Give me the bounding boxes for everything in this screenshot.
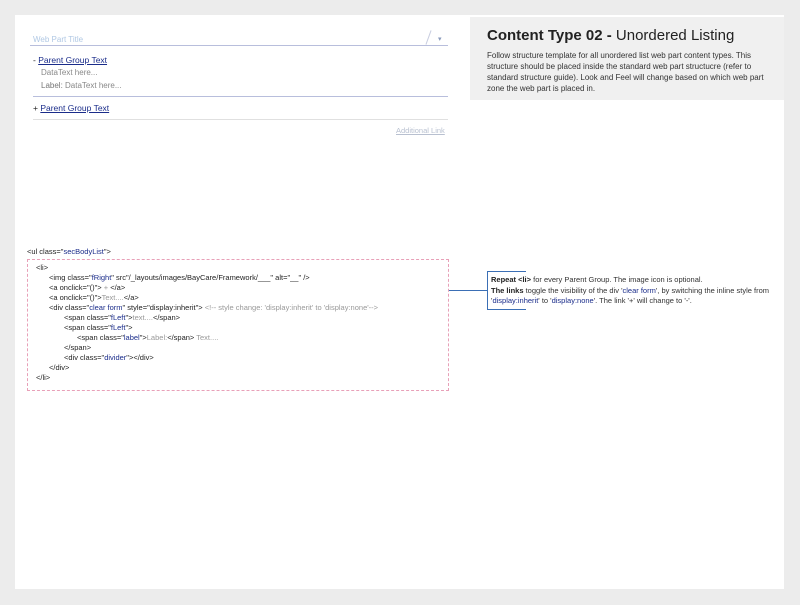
page-description: Follow structure template for all unorde…	[487, 51, 764, 93]
title-bold: Content Type 02 -	[487, 27, 612, 44]
code-li-close: </li>	[36, 373, 51, 382]
title-underline	[30, 45, 448, 46]
web-part-bottom-line	[33, 119, 448, 120]
label-data-row: Label: DataText here...	[41, 81, 122, 90]
code-span-open: <span class="fLeft">	[64, 323, 133, 332]
data-text-row: DataText here...	[41, 68, 98, 77]
data-text: DataText here...	[62, 81, 122, 90]
group-divider	[33, 96, 448, 97]
code-img-line: <img class="fRight" src"/_layouts/images…	[49, 273, 310, 282]
additional-link[interactable]: Additional Link	[396, 126, 445, 135]
code-li-open: <li>	[36, 263, 49, 272]
parent-group-link[interactable]: Parent Group Text	[38, 55, 107, 65]
parent-group-link[interactable]: Parent Group Text	[40, 103, 109, 113]
code-ul-open: <ul class="secBodyList">	[27, 247, 111, 256]
code-div-open: <div class="clear form" style="display:i…	[49, 303, 379, 312]
chevron-down-icon[interactable]: ▾	[438, 35, 442, 43]
title-rest: Unordered Listing	[611, 27, 735, 44]
web-part-title: Web Part Title	[33, 35, 84, 44]
annotation-connector	[449, 290, 487, 291]
code-text-link: <a onclick="()">Text....</a>	[49, 293, 139, 302]
data-label: Label:	[41, 81, 63, 90]
page-title: Content Type 02 - Unordered Listing	[487, 27, 734, 44]
code-toggle-link: <a onclick="()"> + </a>	[49, 283, 126, 292]
parent-group-collapsed: + Parent Group Text	[33, 103, 109, 113]
code-span-label: <span class="label">Label:</span> Text..…	[77, 333, 219, 342]
code-div-close: </div>	[49, 363, 70, 372]
code-span-close: </span>	[64, 343, 92, 352]
code-divider: <div class="divider"></div>	[64, 353, 154, 362]
parent-group-expanded: - Parent Group Text	[33, 55, 107, 65]
annotation-note: Repeat <li> for every Parent Group. The …	[491, 275, 769, 305]
code-span-text: <span class="fLeft">text....</span>	[64, 313, 181, 322]
